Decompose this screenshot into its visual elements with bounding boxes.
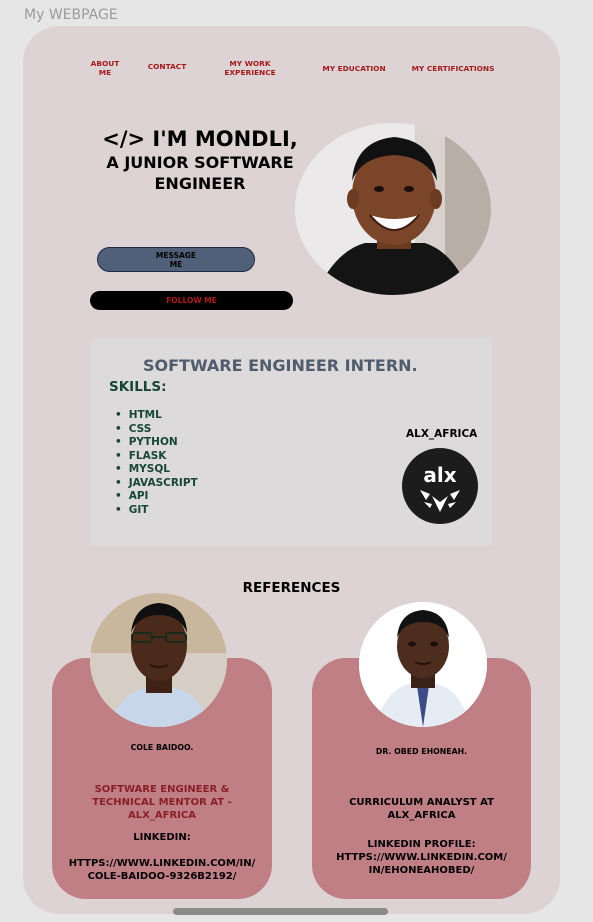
nav-about-me[interactable]: ABOUT ME bbox=[85, 59, 125, 77]
hero-line-name: </> I'M MONDLI, bbox=[102, 127, 298, 151]
reference-photo-1-illustration bbox=[90, 593, 227, 727]
nav-contact[interactable]: CONTACT bbox=[141, 62, 193, 71]
profile-photo-illustration bbox=[295, 123, 491, 295]
skill-item: HTML bbox=[115, 409, 198, 423]
reference-linkedin-label-2: LINKEDIN PROFILE: bbox=[367, 839, 476, 850]
reference-name-1: COLE BAIDOO. bbox=[130, 743, 194, 752]
reference-role-1: SOFTWARE ENGINEER & TECHNICAL MENTOR AT … bbox=[92, 784, 232, 821]
reference-role-2: CURRICULUM ANALYST AT ALX_AFRICA bbox=[349, 797, 494, 821]
horizontal-scrollbar[interactable] bbox=[173, 908, 388, 915]
reference-name-2: DR. OBED EHONEAH. bbox=[375, 747, 468, 756]
profile-photo bbox=[295, 123, 491, 295]
nav-certifications[interactable]: MY CERTIFICATIONS bbox=[411, 64, 495, 73]
hero-line-role-2: ENGINEER bbox=[154, 174, 246, 193]
skills-list: HTML CSS PYTHON FLASK MYSQL JAVASCRIPT A… bbox=[115, 409, 198, 517]
nav-education[interactable]: MY EDUCATION bbox=[318, 64, 390, 73]
skill-item: MYSQL bbox=[115, 463, 198, 477]
skills-heading: SKILLS: bbox=[109, 379, 167, 395]
skill-item: FLASK bbox=[115, 450, 198, 464]
follow-me-button[interactable]: FOLLOW ME bbox=[90, 291, 293, 310]
skill-item: API bbox=[115, 490, 198, 504]
page-card: ABOUT ME CONTACT MY WORK EXPERIENCE MY E… bbox=[23, 26, 560, 914]
reference-photo-1 bbox=[90, 593, 227, 727]
reference-linkedin-label-1: LINKEDIN: bbox=[133, 832, 191, 843]
alx-logo-text: alx bbox=[423, 463, 456, 487]
hero-line-role: A JUNIOR SOFTWARE bbox=[106, 153, 294, 172]
skills-title: SOFTWARE ENGINEER INTERN. bbox=[143, 356, 418, 375]
page-title: My WEBPAGE bbox=[24, 7, 118, 23]
references-heading: REFERENCES bbox=[242, 580, 341, 596]
skills-section: SOFTWARE ENGINEER INTERN. SKILLS: HTML C… bbox=[91, 338, 492, 546]
org-name: ALX_AFRICA bbox=[406, 428, 478, 440]
alx-logo-mark: alx bbox=[420, 463, 460, 512]
reference-linkedin-link-1[interactable]: HTTPS://WWW.LINKEDIN.COM/IN/ COLE-BAIDOO… bbox=[52, 857, 272, 883]
nav-work-experience[interactable]: MY WORK EXPERIENCE bbox=[219, 59, 281, 77]
reference-photo-2 bbox=[359, 602, 487, 727]
reference-photo-2-illustration bbox=[359, 602, 487, 727]
alx-logo: alx bbox=[402, 448, 478, 524]
reference-linkedin-link-2[interactable]: HTTPS://WWW.LINKEDIN.COM/ IN/EHONEAHOBED… bbox=[312, 851, 531, 877]
skill-item: GIT bbox=[115, 504, 198, 518]
message-me-button[interactable]: MESSAGE ME bbox=[97, 247, 255, 272]
skill-item: JAVASCRIPT bbox=[115, 477, 198, 491]
hero-heading: </> I'M MONDLI, A JUNIOR SOFTWARE ENGINE… bbox=[95, 126, 305, 194]
skill-item: PYTHON bbox=[115, 436, 198, 450]
skill-item: CSS bbox=[115, 423, 198, 437]
